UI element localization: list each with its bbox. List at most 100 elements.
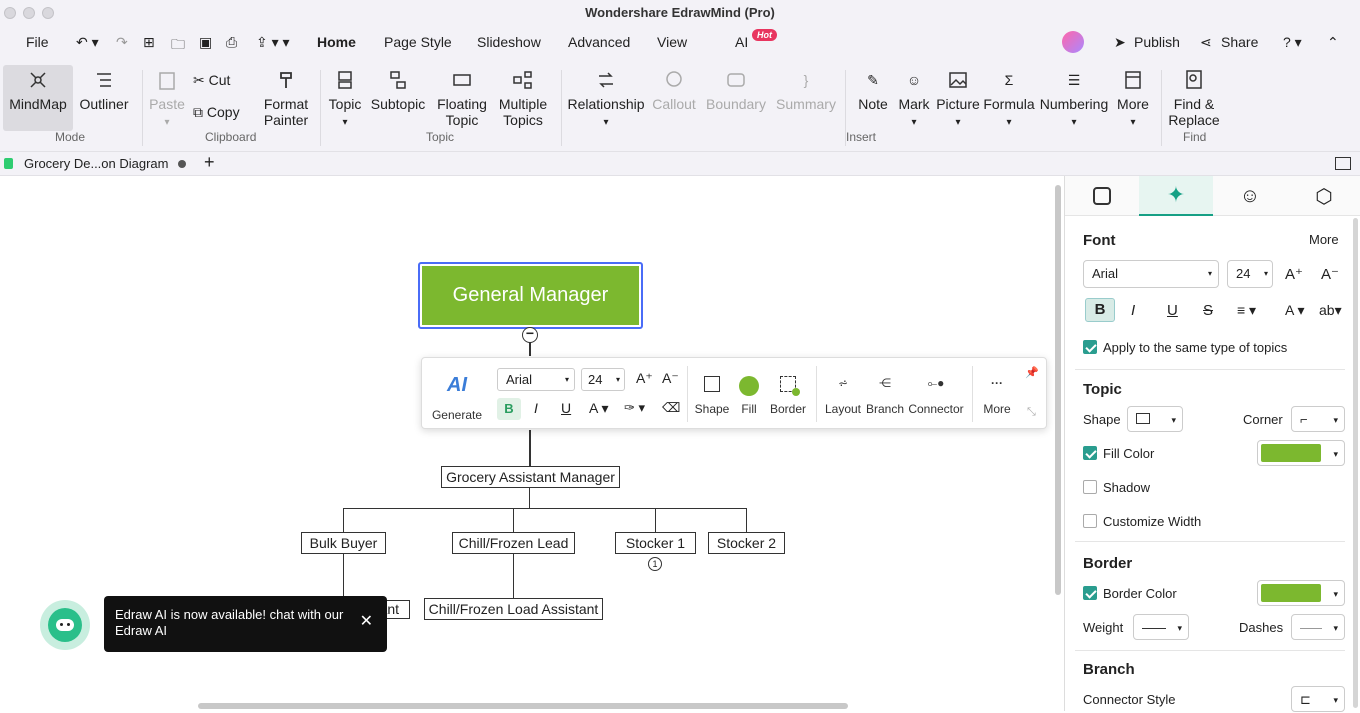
font-color-icon[interactable]: A ▾ xyxy=(1285,302,1304,319)
text-case-icon[interactable]: ab▾ xyxy=(1319,302,1342,319)
font-family-select[interactable]: Arial ▾ xyxy=(1083,260,1219,288)
align-icon[interactable]: ≡ ▾ xyxy=(1237,302,1256,319)
note-button[interactable]: ✎ Note xyxy=(852,68,894,112)
relationship-button[interactable]: Relationship ▾ xyxy=(566,68,646,131)
new-icon[interactable]: ⊞ xyxy=(143,34,155,51)
border-button[interactable]: Border xyxy=(768,376,808,416)
bold-icon[interactable]: B xyxy=(497,398,521,420)
fill-button[interactable]: Fill xyxy=(731,376,767,416)
topic-assistant-manager[interactable]: Grocery Assistant Manager xyxy=(441,466,620,488)
font-size-select[interactable]: 24 ▾ xyxy=(581,368,625,391)
more-button[interactable]: ··· More xyxy=(978,376,1016,416)
underline-icon[interactable]: U xyxy=(561,400,571,416)
print-icon[interactable]: ⎙ xyxy=(226,34,237,51)
panel-toggle-icon[interactable] xyxy=(1335,157,1351,170)
publish-button[interactable]: Publish xyxy=(1134,34,1180,50)
ai-assistant-button[interactable] xyxy=(40,600,90,650)
strikethrough-icon[interactable]: S xyxy=(1203,302,1213,319)
numbering-button[interactable]: ☰ Numbering ▾ xyxy=(1038,68,1110,131)
increase-font-icon[interactable]: A⁺ xyxy=(1285,265,1303,283)
export-icon[interactable]: ⇪ ▾ ▾ xyxy=(256,34,290,51)
zoom-window-button[interactable] xyxy=(42,7,54,19)
save-icon[interactable]: ▣ xyxy=(199,34,212,51)
help-icon[interactable]: ? ▾ xyxy=(1283,34,1302,51)
highlight-icon[interactable]: ✑ ▾ xyxy=(624,400,645,416)
shadow-checkbox[interactable] xyxy=(1083,480,1097,494)
copy-button[interactable]: ⧉ Copy xyxy=(193,104,253,120)
boundary-button[interactable]: Boundary xyxy=(704,68,768,112)
font-size-select[interactable]: 24 ▾ xyxy=(1227,260,1273,288)
add-tab-icon[interactable]: + xyxy=(204,152,215,173)
panel-scrollbar[interactable] xyxy=(1353,218,1358,708)
horizontal-scrollbar[interactable] xyxy=(198,703,848,709)
tab-home[interactable]: Home xyxy=(317,34,356,50)
shape-select[interactable]: ▾ xyxy=(1127,406,1183,432)
connector-style-select[interactable]: ⊏ ▾ xyxy=(1291,686,1345,712)
layout-button[interactable]: ⩫ Layout xyxy=(822,376,864,416)
outliner-button[interactable]: Outliner xyxy=(76,68,132,112)
text-color-icon[interactable]: A ▾ xyxy=(589,400,608,417)
font-family-select[interactable]: Arial ▾ xyxy=(497,368,575,391)
topic-stocker-2[interactable]: Stocker 2 xyxy=(708,532,785,554)
fill-color-picker[interactable]: ▾ xyxy=(1257,440,1345,466)
find-replace-button[interactable]: Find & Replace xyxy=(1166,68,1222,128)
decrease-font-icon[interactable]: A⁻ xyxy=(1321,265,1339,283)
mindmap-button[interactable]: MindMap xyxy=(6,68,70,112)
tab-theme[interactable]: ⬡ xyxy=(1287,176,1360,216)
multiple-topics-button[interactable]: Multiple Topics xyxy=(494,68,552,128)
italic-icon[interactable]: I xyxy=(534,400,538,416)
root-topic[interactable]: General Manager xyxy=(422,266,639,325)
more-insert-button[interactable]: More ▾ xyxy=(1113,68,1153,131)
customize-width-checkbox[interactable] xyxy=(1083,514,1097,528)
menu-file[interactable]: File xyxy=(26,34,49,50)
close-icon[interactable]: ✕ xyxy=(360,614,373,630)
collapse-icon[interactable]: − xyxy=(522,326,538,343)
close-window-button[interactable] xyxy=(4,7,16,19)
tab-slideshow[interactable]: Slideshow xyxy=(477,34,541,50)
mark-button[interactable]: ☺ Mark ▾ xyxy=(896,68,932,131)
apply-same-checkbox[interactable] xyxy=(1083,340,1097,354)
tab-view[interactable]: View xyxy=(657,34,687,50)
format-painter-button[interactable]: Format Painter xyxy=(258,68,314,128)
font-more-link[interactable]: More xyxy=(1309,232,1339,247)
topic-chill-assistant[interactable]: Chill/Frozen Load Assistant xyxy=(424,598,603,620)
share-button[interactable]: Share xyxy=(1221,34,1258,50)
decrease-font-icon[interactable]: A⁻ xyxy=(662,370,679,387)
clear-format-icon[interactable]: ⌫ xyxy=(662,400,680,416)
branch-button[interactable]: ⋲ Branch xyxy=(864,376,906,416)
paste-button[interactable]: Paste ▾ xyxy=(148,68,186,131)
tab-ai[interactable]: AI xyxy=(735,34,748,50)
publish-icon[interactable]: ➤ xyxy=(1114,34,1126,51)
bold-icon[interactable]: B xyxy=(1085,298,1115,322)
topic-button[interactable]: Topic ▾ xyxy=(324,68,366,131)
share-icon[interactable]: ⋖ xyxy=(1200,34,1212,51)
weight-select[interactable]: ▾ xyxy=(1133,614,1189,640)
tab-mark[interactable]: ☺ xyxy=(1213,176,1287,216)
border-color-picker[interactable]: ▾ xyxy=(1257,580,1345,606)
collapse-toolbar-icon[interactable]: ⤡ xyxy=(1027,406,1036,419)
vertical-scrollbar[interactable] xyxy=(1055,185,1061,595)
italic-icon[interactable]: I xyxy=(1131,302,1135,319)
callout-button[interactable]: Callout xyxy=(650,68,698,112)
tab-style[interactable]: ✦ xyxy=(1139,176,1213,216)
corner-select[interactable]: ⌐ ▾ xyxy=(1291,406,1345,432)
document-tab[interactable]: Grocery De...on Diagram xyxy=(24,156,169,171)
collapse-ribbon-icon[interactable]: ⌃ xyxy=(1327,34,1339,51)
picture-button[interactable]: Picture ▾ xyxy=(934,68,982,131)
summary-button[interactable]: } Summary xyxy=(774,68,838,112)
undo-icon[interactable]: ↶ ▾ xyxy=(76,34,99,51)
avatar[interactable] xyxy=(1062,31,1084,53)
open-folder-icon[interactable]: 🗀 xyxy=(171,34,185,58)
border-color-checkbox[interactable] xyxy=(1083,586,1097,600)
formula-button[interactable]: Σ Formula ▾ xyxy=(983,68,1035,131)
minimize-window-button[interactable] xyxy=(23,7,35,19)
underline-icon[interactable]: U xyxy=(1167,302,1178,319)
cut-button[interactable]: ✂ Cut xyxy=(193,72,253,88)
fill-color-checkbox[interactable] xyxy=(1083,446,1097,460)
subtopic-button[interactable]: Subtopic xyxy=(368,68,428,112)
topic-bulk-buyer[interactable]: Bulk Buyer xyxy=(301,532,386,554)
floating-topic-button[interactable]: Floating Topic xyxy=(434,68,490,128)
tab-page-format[interactable] xyxy=(1065,176,1139,216)
dashes-select[interactable]: ▾ xyxy=(1291,614,1345,640)
pin-icon[interactable]: 📌 xyxy=(1025,366,1039,379)
